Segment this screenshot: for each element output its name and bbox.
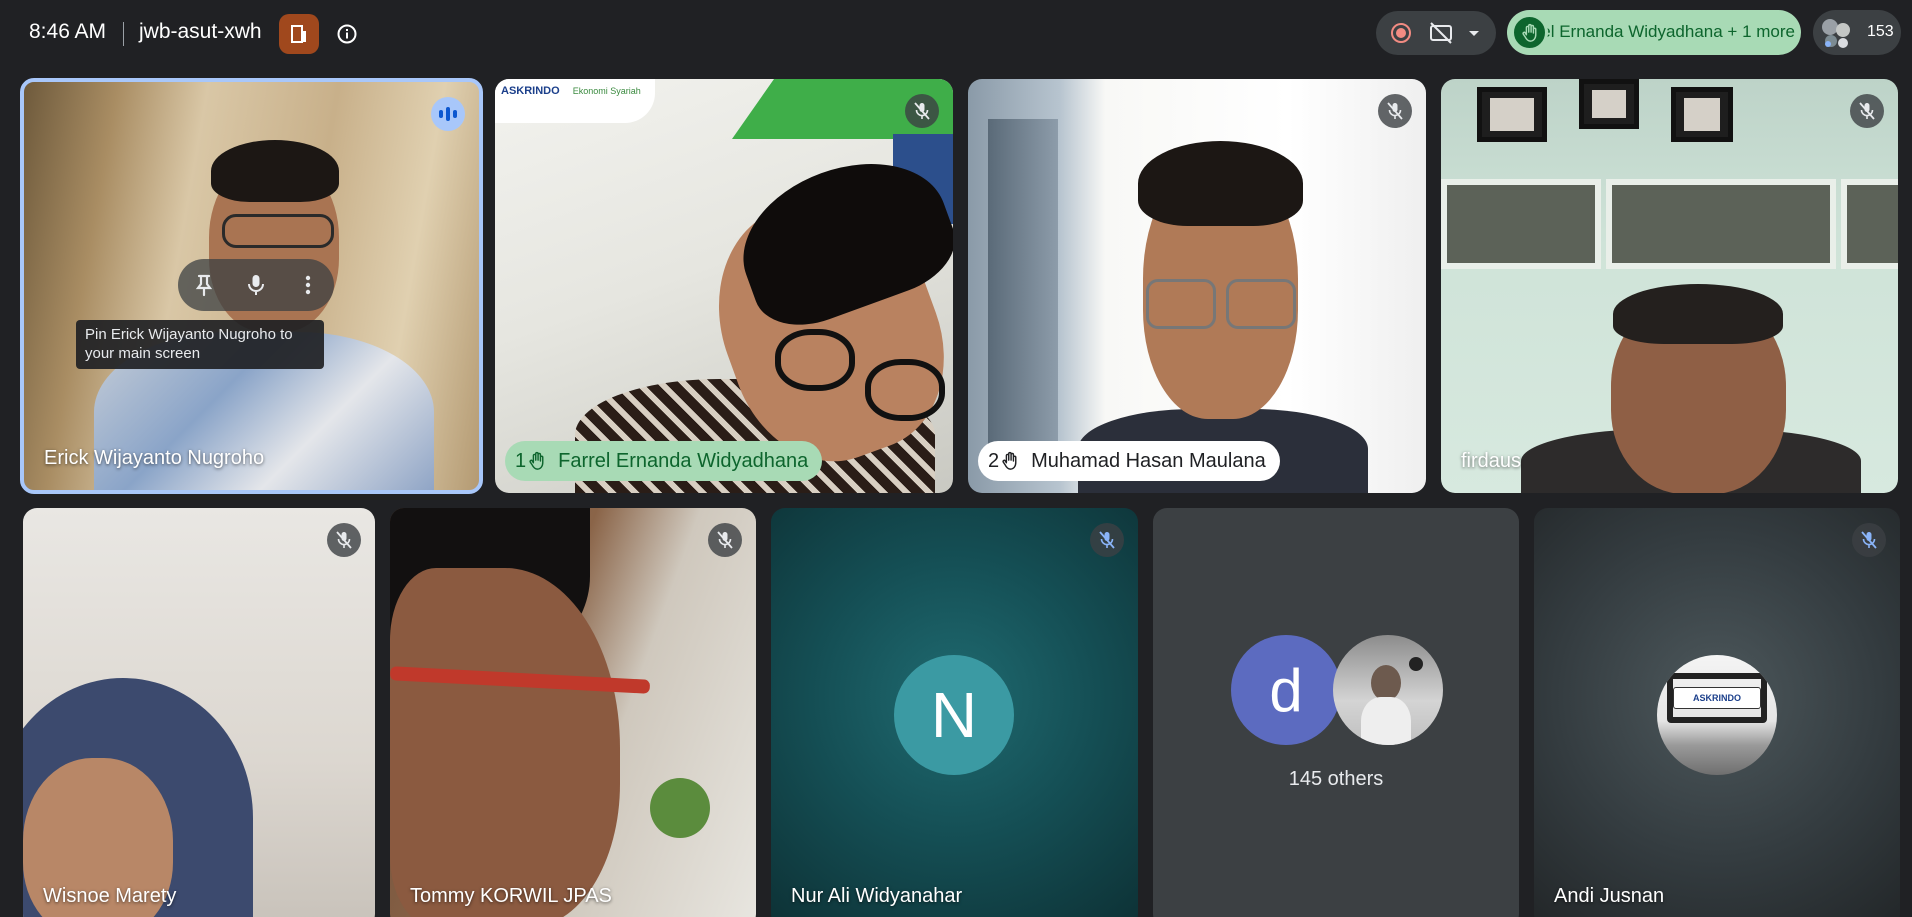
raised-hand-icon <box>529 451 544 470</box>
pin-tooltip: Pin Erick Wijayanto Nugroho to your main… <box>76 320 324 369</box>
participants-button[interactable]: 153 <box>1813 10 1901 55</box>
top-bar: 8:46 AM jwb-asut-xwh rel Ernanda Widyadh… <box>0 0 1912 70</box>
participant-name: Erick Wijayanto Nugroho <box>44 447 265 469</box>
muted-mic-icon <box>708 523 742 557</box>
participant-tile[interactable]: Tommy KORWIL JPAS <box>390 508 756 917</box>
avatar <box>1333 635 1443 745</box>
participant-name: Nur Ali Widyanahar <box>791 885 963 907</box>
muted-mic-icon <box>1090 523 1124 557</box>
raised-hand-icon <box>1511 14 1548 51</box>
muted-mic-icon <box>1378 94 1412 128</box>
participant-name: Wisnoe Marety <box>43 885 177 907</box>
video-feed <box>968 79 1426 493</box>
participant-avatars-icon <box>1819 16 1853 50</box>
muted-mic-icon <box>1850 94 1884 128</box>
recording-captions-pill[interactable] <box>1376 11 1496 55</box>
participant-name: Farrel Ernanda Widyadhana <box>558 449 809 472</box>
avatar: N <box>894 655 1014 775</box>
video-feed <box>1441 79 1898 493</box>
participant-name: firdaus <box>1461 450 1522 472</box>
participant-tile[interactable]: ASKRINDO Andi Jusnan <box>1534 508 1900 917</box>
participant-tile[interactable]: Wisnoe Marety <box>23 508 375 917</box>
others-tile[interactable]: d 145 others <box>1153 508 1519 917</box>
participant-name: Tommy KORWIL JPAS <box>410 885 612 907</box>
askrindo-logo: ASKRINDO <box>1673 687 1761 709</box>
video-feed <box>23 508 375 917</box>
chevron-down-icon <box>1464 23 1484 43</box>
tile-hover-controls <box>178 259 334 311</box>
participant-tile[interactable]: ASKRINDO Ekonomi Syariah 1 Farrel Ernand… <box>495 79 953 493</box>
hand-order: 2 <box>988 449 1000 472</box>
more-options-icon[interactable] <box>295 272 321 298</box>
muted-mic-icon <box>905 94 939 128</box>
participant-count: 153 <box>1867 23 1894 40</box>
muted-mic-icon <box>327 523 361 557</box>
participant-tile[interactable]: 2 Muhamad Hasan Maulana <box>968 79 1426 493</box>
meeting-code: jwb-asut-xwh <box>139 20 262 43</box>
mute-participant-icon[interactable] <box>243 272 269 298</box>
raised-hand-label: 2 Muhamad Hasan Maulana <box>978 441 1280 481</box>
hand-order: 1 <box>515 449 527 472</box>
divider <box>123 22 124 46</box>
raised-hands-text: rel Ernanda Widyadhana + 1 more <box>1545 22 1795 41</box>
avatar: ASKRINDO <box>1657 655 1777 775</box>
clock: 8:46 AM <box>29 20 107 43</box>
recording-icon <box>1390 22 1412 44</box>
participant-name: Andi Jusnan <box>1554 885 1665 907</box>
muted-mic-icon <box>1852 523 1886 557</box>
others-count-label: 145 others <box>1288 768 1384 790</box>
participant-name: Muhamad Hasan Maulana <box>1031 449 1266 472</box>
raised-hands-pill[interactable]: rel Ernanda Widyadhana + 1 more <box>1507 10 1801 55</box>
pin-icon[interactable] <box>191 272 217 298</box>
host-controls-icon[interactable] <box>279 14 319 54</box>
avatar: d <box>1231 635 1341 745</box>
raised-hand-icon <box>1002 451 1017 470</box>
participant-tile[interactable]: Pin Erick Wijayanto Nugroho to your main… <box>20 78 483 494</box>
speaking-indicator-icon <box>431 97 465 131</box>
raised-hand-label: 1 Farrel Ernanda Widyadhana <box>505 441 823 481</box>
info-icon[interactable] <box>336 23 358 45</box>
video-feed <box>495 79 953 493</box>
participant-tile[interactable]: N Nur Ali Widyanahar <box>771 508 1138 917</box>
captions-off-icon <box>1428 21 1454 45</box>
participant-tile[interactable]: firdaus <box>1441 79 1898 493</box>
video-feed <box>390 508 756 917</box>
